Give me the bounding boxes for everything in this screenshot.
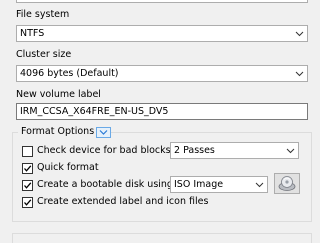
bootable-disk-label: Create a bootable disk using — [37, 179, 173, 190]
bootable-disk-checkbox[interactable] — [22, 180, 33, 191]
file-system-dropdown[interactable]: NTFS — [16, 25, 308, 42]
cluster-size-value: 4096 bytes (Default) — [20, 68, 119, 79]
checkmark-icon — [24, 165, 32, 172]
previous-field-edge — [16, 0, 308, 3]
checkmark-icon — [24, 182, 32, 189]
dropdown-arrow-icon — [295, 31, 304, 37]
volume-label-value: IRM_CCSA_X64FRE_EN-US_DV5 — [20, 106, 169, 117]
bad-block-passes-dropdown[interactable]: 2 Passes — [170, 142, 299, 159]
cluster-size-dropdown[interactable]: 4096 bytes (Default) — [16, 65, 308, 82]
extended-label-checkbox[interactable] — [22, 197, 33, 208]
chevron-down-icon[interactable] — [96, 127, 111, 138]
disc-drive-icon — [278, 176, 296, 191]
quick-format-label: Quick format — [37, 162, 99, 173]
boot-source-value: ISO Image — [174, 179, 224, 190]
extended-label-label: Create extended label and icon files — [37, 196, 209, 207]
boot-source-dropdown[interactable]: ISO Image — [170, 176, 268, 193]
quick-format-checkbox[interactable] — [22, 163, 33, 174]
checkmark-icon — [24, 199, 32, 206]
volume-label-label: New volume label — [16, 89, 101, 100]
cluster-size-label: Cluster size — [16, 49, 72, 60]
format-options-title: Format Options — [21, 126, 95, 137]
check-bad-blocks-label: Check device for bad blocks — [37, 145, 171, 156]
dropdown-arrow-icon — [286, 148, 295, 154]
bad-block-passes-value: 2 Passes — [174, 145, 215, 156]
select-image-button[interactable] — [274, 173, 300, 194]
dropdown-arrow-icon — [295, 71, 304, 77]
check-bad-blocks-checkbox[interactable] — [22, 146, 33, 157]
format-options-header: Format Options — [18, 126, 98, 137]
file-system-value: NTFS — [20, 28, 45, 39]
dropdown-arrow-icon — [255, 182, 264, 188]
volume-label-input[interactable]: IRM_CCSA_X64FRE_EN-US_DV5 — [16, 103, 308, 120]
file-system-label: File system — [16, 9, 70, 20]
next-section-edge — [12, 233, 312, 243]
